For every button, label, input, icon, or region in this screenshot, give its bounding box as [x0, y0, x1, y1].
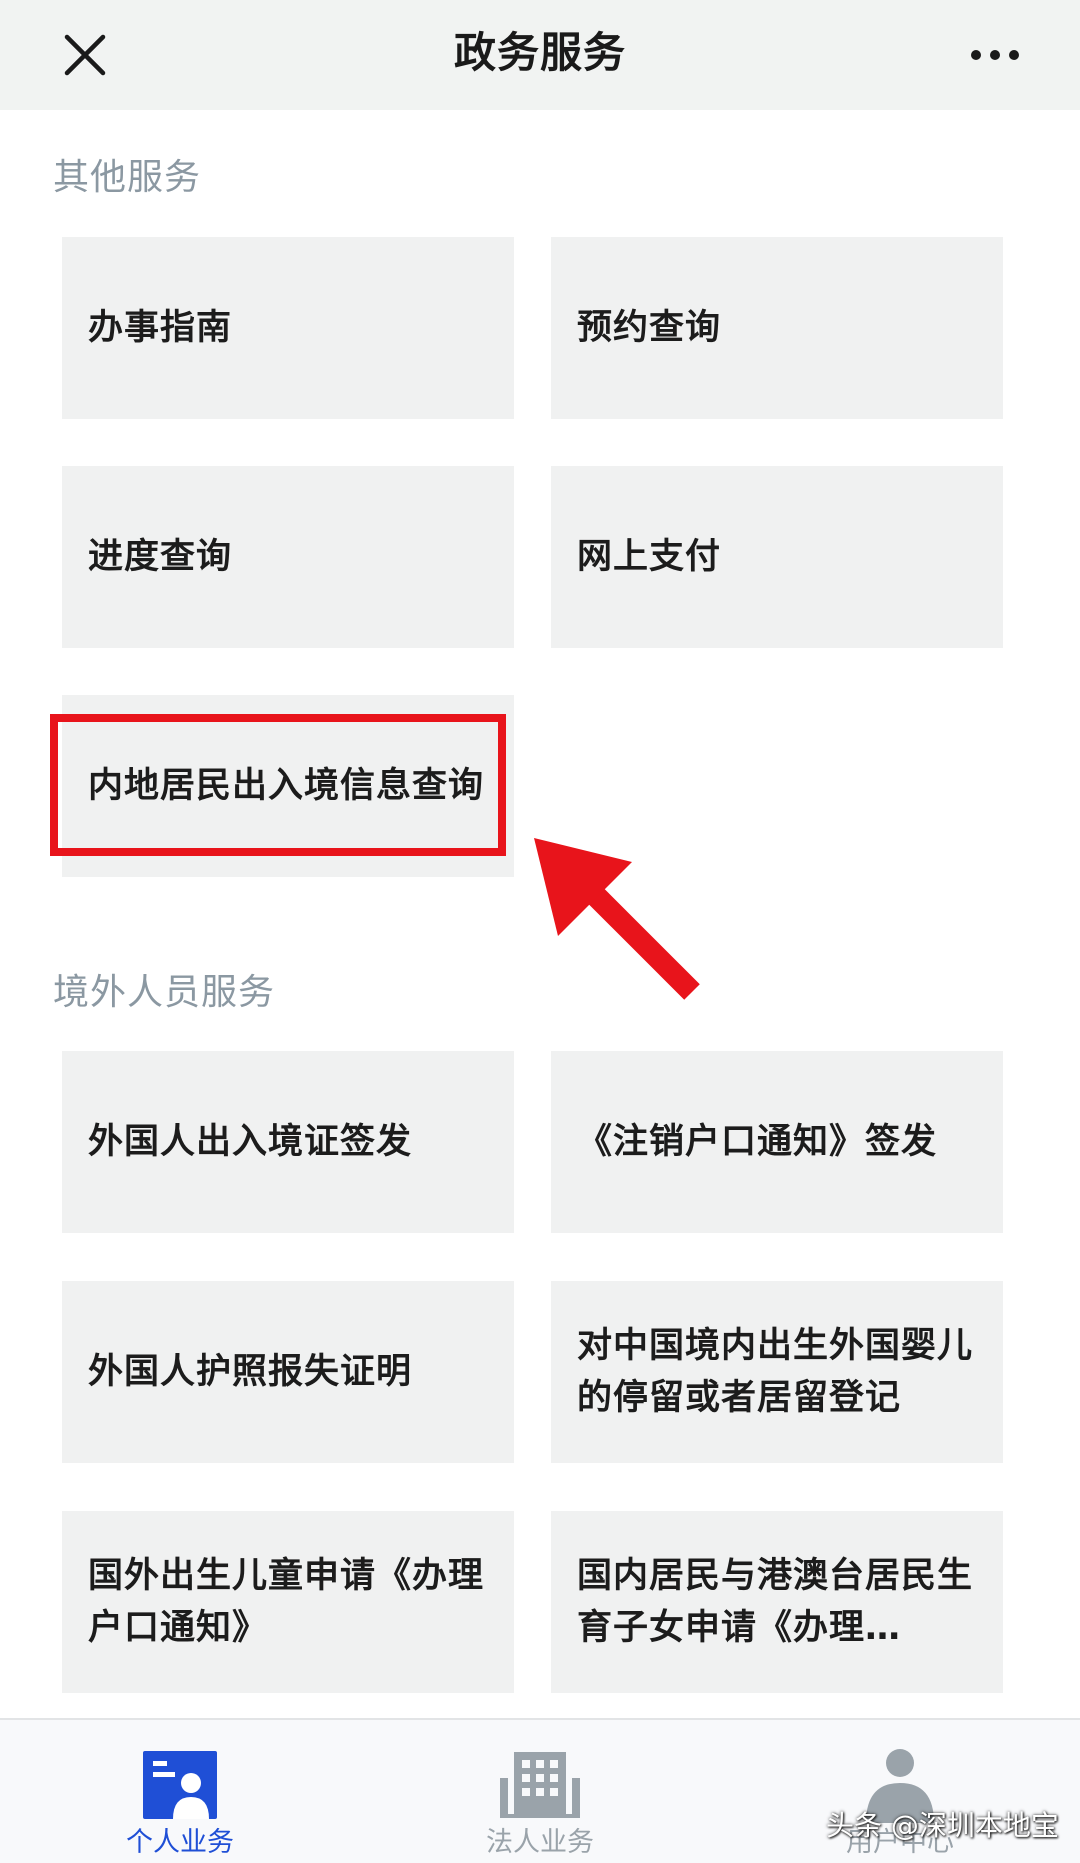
- watermark: 头条 @深圳本地宝: [826, 1809, 1059, 1842]
- section-title-other-services: 其他服务: [53, 157, 202, 198]
- tile-online-payment[interactable]: 网上支付: [551, 466, 1003, 648]
- tile-label: 国内居民与港澳台居民生育子女申请《办理…: [577, 1556, 974, 1648]
- tile-foreigner-entry-exit-permit[interactable]: 外国人出入境证签发: [62, 1051, 514, 1233]
- person-card-icon: [135, 1744, 225, 1826]
- tile-progress-query[interactable]: 进度查询: [62, 466, 514, 648]
- tile-label: 外国人护照报失证明: [88, 1352, 413, 1392]
- tile-label: 外国人出入境证签发: [88, 1122, 413, 1162]
- tile-label: 《注销户口通知》签发: [577, 1122, 938, 1162]
- page-title: 政务服务: [453, 28, 626, 77]
- tile-service-guide[interactable]: 办事指南: [62, 237, 514, 419]
- tile-hkmt-child-household[interactable]: 国内居民与港澳台居民生育子女申请《办理…: [551, 1511, 1003, 1693]
- tile-label: 对中国境内出生外国婴儿的停留或者居留登记: [577, 1326, 974, 1418]
- tile-overseas-child-household[interactable]: 国外出生儿童申请《办理户口通知》: [62, 1511, 514, 1693]
- tile-passport-loss-certificate[interactable]: 外国人护照报失证明: [62, 1281, 514, 1463]
- tile-label: 办事指南: [88, 308, 233, 348]
- nav-tab-corporate[interactable]: 法人业务: [390, 1720, 690, 1863]
- nav-label: 个人业务: [126, 1827, 234, 1858]
- tile-label: 预约查询: [577, 308, 722, 348]
- building-icon: [495, 1744, 585, 1826]
- tile-label: 进度查询: [88, 537, 233, 577]
- nav-tab-personal[interactable]: 个人业务: [30, 1720, 330, 1863]
- more-dots-icon: [971, 50, 1019, 60]
- more-button[interactable]: [950, 25, 1040, 85]
- tile-appointment-query[interactable]: 预约查询: [551, 237, 1003, 419]
- tile-label: 国外出生儿童申请《办理户口通知》: [88, 1556, 485, 1648]
- tile-label: 网上支付: [577, 537, 722, 577]
- tile-foreign-infant-registration[interactable]: 对中国境内出生外国婴儿的停留或者居留登记: [551, 1281, 1003, 1463]
- tile-household-cancel-notice[interactable]: 《注销户口通知》签发: [551, 1051, 1003, 1233]
- section-title-foreigner-services: 境外人员服务: [53, 972, 276, 1013]
- red-arrow-icon: [534, 838, 700, 1000]
- nav-label: 法人业务: [486, 1827, 594, 1858]
- highlight-box: [50, 714, 506, 856]
- top-bar: 政务服务: [0, 0, 1080, 110]
- app-root: 政务服务 其他服务 办事指南 预约查询 进度查询 网上支付 内地居民出入境信息查…: [0, 0, 1080, 1863]
